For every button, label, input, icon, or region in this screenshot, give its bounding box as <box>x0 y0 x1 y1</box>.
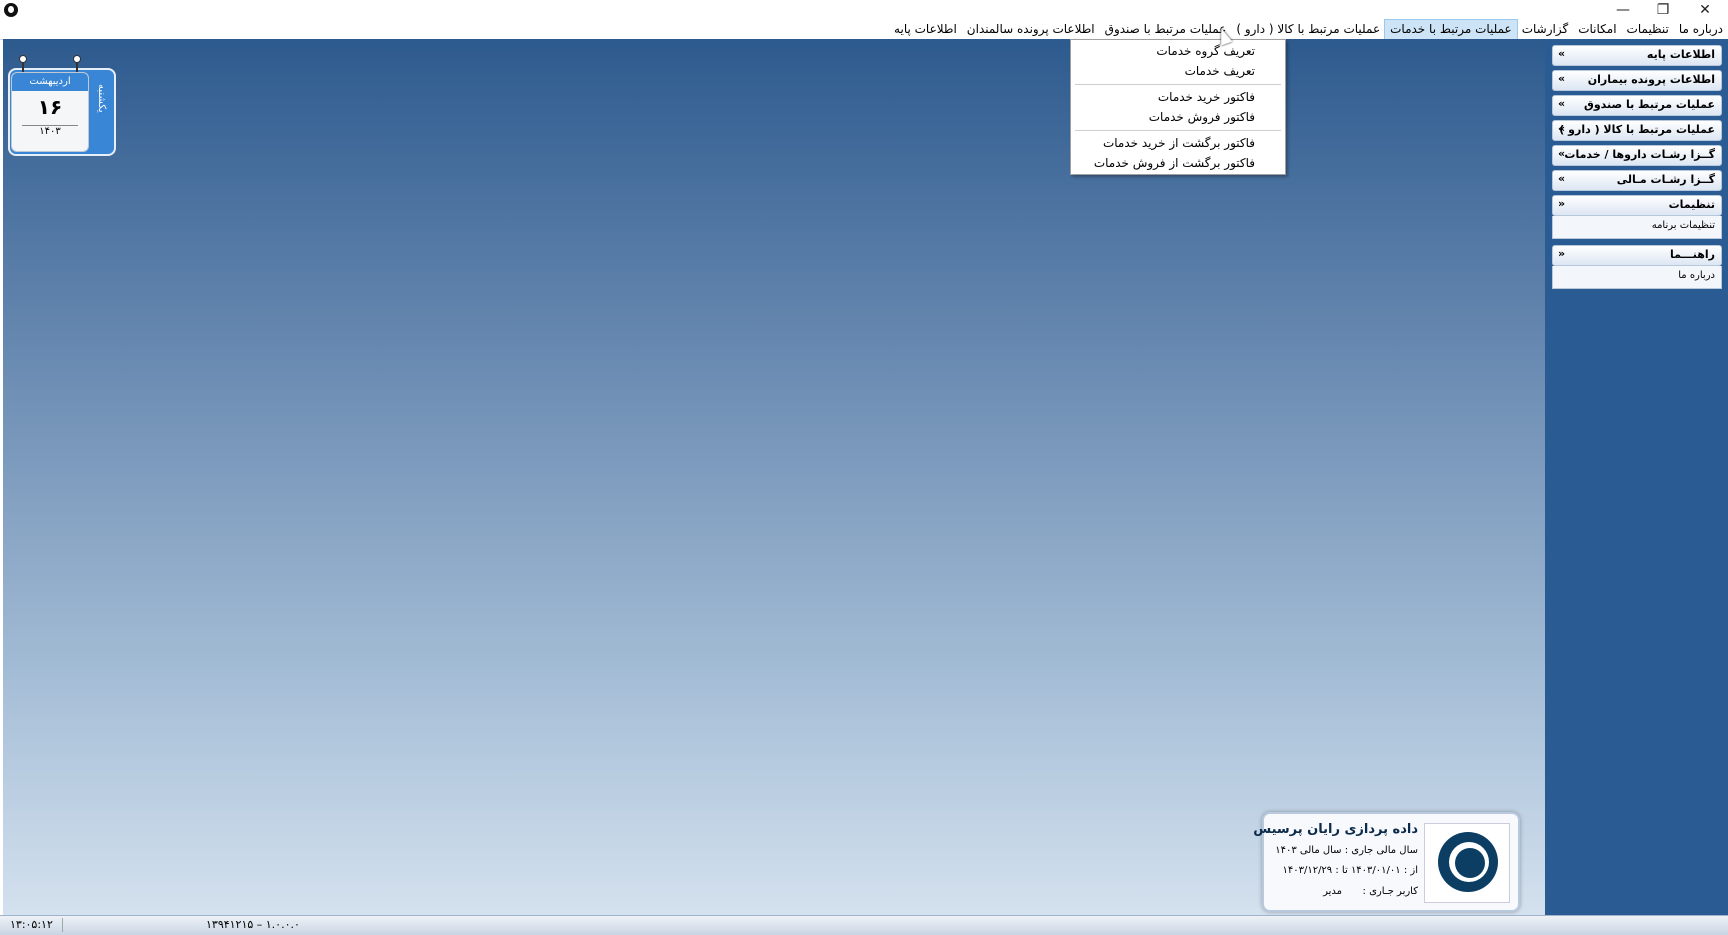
sidebar-group-title: عملیات مرتبط با صندوق <box>1583 98 1715 111</box>
menu-separator <box>1075 84 1281 85</box>
menu-services-ops[interactable]: عملیات مرتبط با خدمات <box>1384 19 1518 40</box>
sidebar-group-title: اطلاعات پایه <box>1646 48 1715 61</box>
sidebar-group-title: تنظیمات <box>1668 198 1715 211</box>
menu-settings[interactable]: تنظیمات <box>1622 20 1674 39</box>
desktop-area <box>3 39 1545 915</box>
menu-basic-info[interactable]: اطلاعات پایه <box>889 20 962 39</box>
calendar-year: ۱۴۰۳ <box>22 125 78 137</box>
chevron-up-icon[interactable]: « <box>1558 247 1565 260</box>
chevron-down-icon[interactable]: » <box>1558 97 1565 110</box>
company-logo <box>1424 823 1510 903</box>
calendar-weekday: یکشنبه <box>96 84 107 113</box>
sidebar-group-cashbox[interactable]: عملیات مرتبط با صندوق » <box>1552 95 1722 116</box>
menu-item-purchase-return[interactable]: فاکتور برگشت از خرید خدمات <box>1103 136 1255 150</box>
chevron-down-icon[interactable]: » <box>1558 172 1565 185</box>
chevron-up-icon[interactable]: « <box>1558 197 1565 210</box>
sidebar-group-title: گــزا رشـات داروها / خدمات <box>1564 148 1715 161</box>
minimize-button[interactable]: — <box>1606 0 1640 20</box>
sidebar-group-title: گــزا رشـات مـالی <box>1616 173 1715 186</box>
menu-item-purchase-invoice[interactable]: فاکتور خرید خدمات <box>1158 90 1255 104</box>
sidebar-group-title: راهنـــما <box>1669 248 1715 261</box>
title-bar: — ❐ ✕ <box>0 0 1728 20</box>
app-icon[interactable] <box>4 3 18 17</box>
sidebar-group-patient-files[interactable]: اطلاعات پرونده بیماران » <box>1552 70 1722 91</box>
calendar-month: اردیبهشت <box>12 73 88 91</box>
current-user-label: کاربر جـاری : <box>1362 886 1418 897</box>
chevron-down-icon[interactable]: » <box>1558 147 1565 160</box>
chevron-down-icon[interactable]: » <box>1558 122 1565 135</box>
sidebar-group-title: اطلاعات پرونده بیماران <box>1587 73 1715 86</box>
close-button[interactable]: ✕ <box>1688 0 1722 20</box>
fiscal-range-label: از : ۱۴۰۳/۰۱/۰۱ تا : ۱۴۰۳/۱۲/۲۹ <box>1282 865 1418 876</box>
menu-goods-ops[interactable]: عملیات مرتبط با کالا ( دارو ) <box>1231 20 1385 39</box>
calendar-day: ۱۶ <box>37 95 63 119</box>
menu-features[interactable]: امکانات <box>1573 20 1621 39</box>
company-name: داده پردازی رایان پرسیس <box>1253 822 1418 837</box>
chevron-down-icon[interactable]: » <box>1558 47 1565 60</box>
status-time: ۱۳:۰۵:۱۲ <box>10 918 53 931</box>
menu-elderly-files[interactable]: اطلاعات پرونده سالمندان <box>962 20 1100 39</box>
menu-cashbox-ops[interactable]: عملیات مرتبط با صندوق <box>1100 20 1232 39</box>
sidebar-group-financial-reports[interactable]: گــزا رشـات مـالی » <box>1552 170 1722 191</box>
menu-reports[interactable]: گزارشات <box>1517 20 1573 39</box>
sidebar-group-goods[interactable]: عملیات مرتبط با کالا ( دارو )» <box>1552 120 1722 141</box>
sidebar-group-basic-info[interactable]: اطلاعات پایه » <box>1552 45 1722 66</box>
status-bar: ۱۳:۰۵:۱۲ ۱۳۹۴۱۲۱۵ – ۱.۰.۰.۰ <box>0 915 1728 935</box>
menu-item-sales-invoice[interactable]: فاکتور فروش خدمات <box>1149 110 1255 124</box>
services-dropdown-menu: تعریف گروه خدمات تعریف خدمات فاکتور خرید… <box>1070 39 1286 175</box>
sidebar-group-settings[interactable]: تنظیمات « تنظیمات برنامه <box>1552 195 1722 239</box>
fiscal-year-label: سال مالی جاری : سال مالی ۱۴۰۳ <box>1275 845 1418 856</box>
sidebar-group-title: عملیات مرتبط با کالا ( دارو ) <box>1559 123 1715 136</box>
status-separator <box>62 918 63 932</box>
sidebar-group-help[interactable]: راهنـــما « درباره ما <box>1552 245 1722 289</box>
status-version: ۱۳۹۴۱۲۱۵ – ۱.۰.۰.۰ <box>206 918 300 931</box>
sidebar-item-program-settings[interactable]: تنظیمات برنامه <box>1652 220 1715 231</box>
current-user-value: مدیر <box>1323 886 1342 897</box>
menu-item-define-services[interactable]: تعریف خدمات <box>1185 64 1255 78</box>
menu-bar: اطلاعات پایه اطلاعات پرونده سالمندان عمل… <box>0 19 1728 40</box>
calendar-page: اردیبهشت ۱۶ ۱۴۰۳ <box>11 72 89 152</box>
menu-about[interactable]: درباره ما <box>1674 20 1728 39</box>
restore-button[interactable]: ❐ <box>1646 0 1680 20</box>
sidebar-group-drug-reports[interactable]: گــزا رشـات داروها / خدمات» <box>1552 145 1722 166</box>
sidebar-item-about[interactable]: درباره ما <box>1678 270 1715 281</box>
menu-item-sales-return[interactable]: فاکتور برگشت از فروش خدمات <box>1094 156 1255 170</box>
chevron-down-icon[interactable]: » <box>1558 72 1565 85</box>
company-info-box: داده پردازی رایان پرسیس سال مالی جاری : … <box>1253 812 1520 912</box>
calendar-widget: اردیبهشت ۱۶ ۱۴۰۳ یکشنبه <box>8 55 116 156</box>
menu-item-define-service-group[interactable]: تعریف گروه خدمات <box>1156 44 1255 58</box>
menu-separator <box>1075 130 1281 131</box>
